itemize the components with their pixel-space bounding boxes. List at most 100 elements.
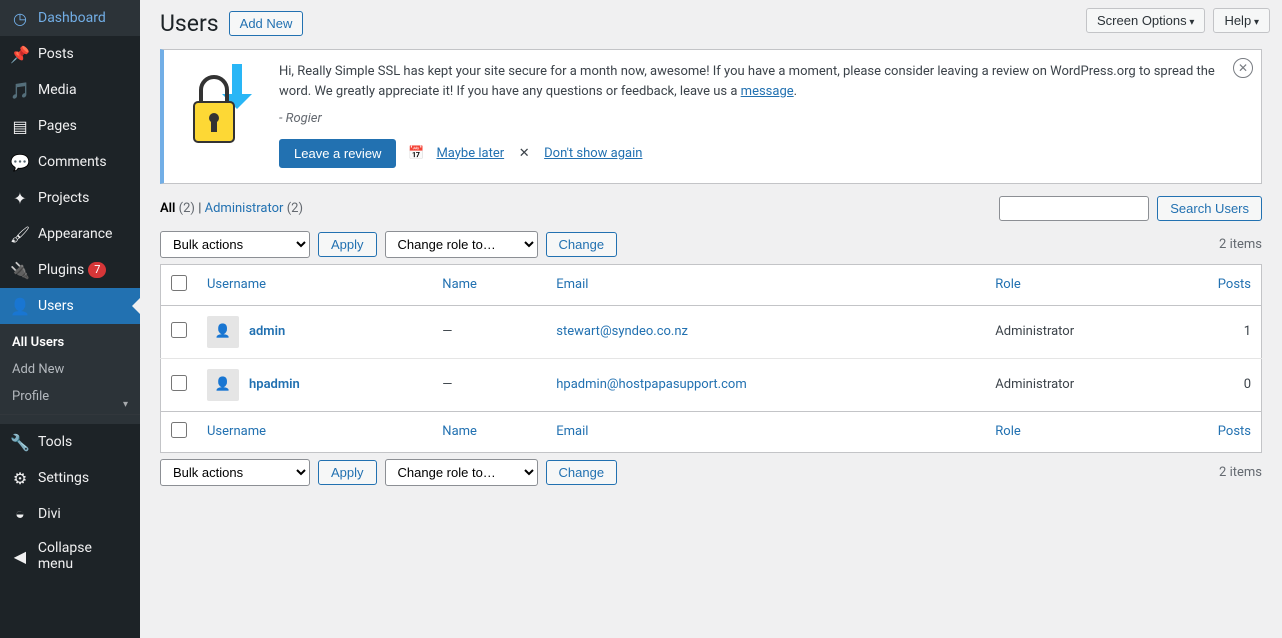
tablenav-top: Bulk actions Apply Change role to… Chang… [160, 231, 1262, 258]
apply-button-bottom[interactable]: Apply [318, 460, 377, 485]
select-all-top[interactable] [171, 275, 187, 291]
sidebar-item-label: Appearance [38, 226, 112, 242]
sidebar-item-label: Media [38, 82, 77, 98]
change-button-bottom[interactable]: Change [546, 460, 618, 485]
notice-author: - Rogier [279, 111, 322, 126]
col-name[interactable]: Name [432, 411, 546, 452]
media-icon: 🎵 [10, 80, 30, 100]
add-new-button[interactable]: Add New [229, 11, 304, 36]
submenu-add-new[interactable]: Add New [0, 356, 140, 383]
sidebar-item-tools[interactable]: 🔧 Tools [0, 424, 140, 460]
maybe-later-link[interactable]: Maybe later [436, 146, 504, 161]
plugin-icon: 🔌 [10, 260, 30, 280]
lock-arrow-icon [179, 62, 259, 168]
sidebar-item-label: Divi [38, 506, 61, 522]
items-count-top: 2 items [1219, 237, 1262, 252]
username-link[interactable]: hpadmin [249, 377, 300, 392]
projects-icon: ✦ [10, 188, 30, 208]
filter-admin-count: (2) [287, 201, 303, 216]
pin-icon: 📌 [10, 44, 30, 64]
items-count-bottom: 2 items [1219, 465, 1262, 480]
sidebar-item-dashboard[interactable]: ◷ Dashboard [0, 0, 140, 36]
sidebar-item-projects[interactable]: ✦ Projects [0, 180, 140, 216]
update-badge: 7 [88, 262, 106, 278]
filter-all[interactable]: All [160, 201, 175, 216]
col-posts[interactable]: Posts [1192, 411, 1262, 452]
sidebar-item-label: Comments [38, 154, 107, 170]
select-all-bottom[interactable] [171, 422, 187, 438]
col-role[interactable]: Role [985, 411, 1191, 452]
role-cell: Administrator [985, 305, 1191, 358]
page-title: Users [160, 10, 219, 37]
col-email[interactable]: Email [546, 264, 985, 305]
sidebar-item-collapse[interactable]: ◀Collapse menu [0, 532, 140, 580]
collapse-icon: ◀ [10, 546, 30, 566]
main-content: Screen Options Help Users Add New ✕ Hi, … [140, 0, 1282, 638]
help-button[interactable]: Help [1213, 8, 1270, 33]
change-role-select-top[interactable]: Change role to… [385, 231, 538, 258]
sidebar-item-pages[interactable]: ▤Pages [0, 108, 140, 144]
sidebar-item-label: Tools [38, 434, 72, 450]
email-link[interactable]: stewart@syndeo.co.nz [556, 324, 688, 339]
sidebar-item-comments[interactable]: 💬 Comments [0, 144, 140, 180]
close-icon: ✕ [516, 145, 532, 161]
filter-all-count: (2) [179, 201, 195, 216]
table-row: 👤admin — stewart@syndeo.co.nz Administra… [161, 305, 1262, 358]
sidebar-item-settings[interactable]: ⚙ Settings [0, 460, 140, 496]
top-toolbar: Screen Options Help [1086, 8, 1270, 33]
dashboard-icon: ◷ [10, 8, 30, 28]
sidebar-item-divi[interactable]: ◒Divi [0, 496, 140, 532]
col-name[interactable]: Name [432, 264, 546, 305]
apply-button-top[interactable]: Apply [318, 232, 377, 257]
sidebar-item-label: Settings [38, 470, 89, 486]
col-email[interactable]: Email [546, 411, 985, 452]
email-link[interactable]: hpadmin@hostpapasupport.com [556, 377, 746, 392]
sidebar-item-label: Projects [38, 190, 89, 206]
col-username[interactable]: Username [197, 264, 432, 305]
sidebar-item-posts[interactable]: 📌 Posts [0, 36, 140, 72]
search-box: Search Users [999, 196, 1262, 221]
sidebar-item-label: Users [38, 298, 74, 314]
dismiss-notice-icon[interactable]: ✕ [1233, 58, 1253, 78]
sidebar-item-plugins[interactable]: 🔌 Plugins7 [0, 252, 140, 288]
row-checkbox[interactable] [171, 375, 187, 391]
message-link[interactable]: message [741, 84, 794, 99]
change-role-select-bottom[interactable]: Change role to… [385, 459, 538, 486]
users-table: Username Name Email Role Posts 👤admin — … [160, 264, 1262, 453]
bulk-actions-select-top[interactable]: Bulk actions [160, 231, 310, 258]
sidebar-item-label: Pages [38, 118, 77, 134]
name-cell: — [432, 358, 546, 411]
search-users-button[interactable]: Search Users [1157, 196, 1262, 221]
col-username[interactable]: Username [197, 411, 432, 452]
submenu-profile[interactable]: Profile [0, 383, 140, 410]
tools-icon: 🔧 [10, 432, 30, 452]
filter-links: All (2) | Administrator (2) [160, 201, 303, 216]
sidebar-item-label: Plugins [38, 262, 84, 278]
admin-sidebar: ◷ Dashboard 📌 Posts 🎵 Media ▤Pages 💬 Comment… [0, 0, 140, 638]
name-cell: — [432, 305, 546, 358]
username-link[interactable]: admin [249, 324, 285, 339]
review-notice: ✕ Hi, Really Simple SSL has kept your si… [160, 49, 1262, 184]
settings-icon: ⚙ [10, 468, 30, 488]
screen-options-button[interactable]: Screen Options [1086, 8, 1205, 33]
submenu-all-users[interactable]: All Users [0, 329, 140, 356]
search-input[interactable] [999, 196, 1149, 221]
filter-administrator[interactable]: Administrator [205, 201, 284, 216]
sidebar-item-label: Dashboard [38, 10, 106, 26]
col-role[interactable]: Role [985, 264, 1191, 305]
col-posts[interactable]: Posts [1192, 264, 1262, 305]
sidebar-item-appearance[interactable]: 🖌Appearance [0, 216, 140, 252]
sidebar-item-media[interactable]: 🎵 Media [0, 72, 140, 108]
table-row: 👤hpadmin — hpadmin@hostpapasupport.com A… [161, 358, 1262, 411]
sidebar-item-users[interactable]: 👤Users [0, 288, 140, 324]
comment-icon: 💬 [10, 152, 30, 172]
sidebar-submenu: All Users Add New Profile [0, 324, 140, 424]
calendar-icon: 📅 [408, 145, 424, 161]
dont-show-link[interactable]: Don't show again [544, 146, 642, 161]
bulk-actions-select-bottom[interactable]: Bulk actions [160, 459, 310, 486]
change-button-top[interactable]: Change [546, 232, 618, 257]
row-checkbox[interactable] [171, 322, 187, 338]
sidebar-item-label: Posts [38, 46, 74, 62]
notice-body: Hi, Really Simple SSL has kept your site… [279, 62, 1221, 168]
leave-review-button[interactable]: Leave a review [279, 139, 396, 168]
